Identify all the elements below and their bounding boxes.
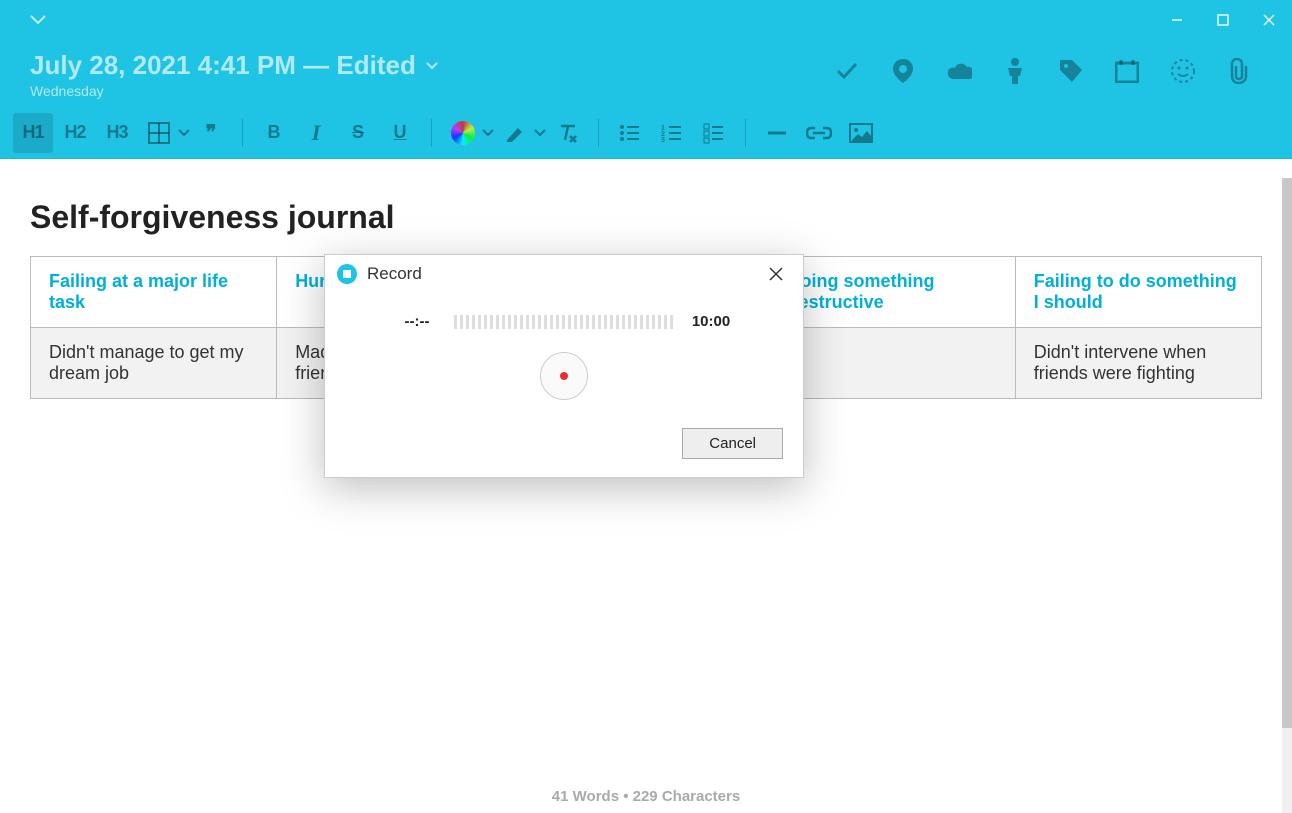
record-timeline: --:-- 10:00 <box>345 313 783 330</box>
calendar-icon[interactable] <box>1114 58 1140 84</box>
dialog-close-button[interactable] <box>761 263 791 285</box>
column-header[interactable]: Failing at a major life task <box>31 257 277 328</box>
dialog-title: Record <box>367 264 751 284</box>
underline-button[interactable]: U <box>380 113 420 153</box>
attachment-icon[interactable] <box>1226 58 1252 84</box>
h3-button[interactable]: H3 <box>97 113 137 153</box>
table-button[interactable] <box>139 113 179 153</box>
minimize-button[interactable] <box>1154 0 1200 40</box>
chevron-down-icon <box>426 62 438 70</box>
bold-button[interactable]: B <box>254 113 294 153</box>
separator <box>745 119 746 147</box>
mood-icon[interactable] <box>1170 58 1196 84</box>
image-button[interactable] <box>841 113 881 153</box>
separator <box>431 119 432 147</box>
italic-button[interactable]: I <box>296 113 336 153</box>
checklist-button[interactable] <box>694 113 734 153</box>
bullet-list-button[interactable] <box>610 113 650 153</box>
elapsed-time: --:-- <box>392 313 442 330</box>
progress-bar[interactable] <box>454 315 674 329</box>
header: July 28, 2021 4:41 PM — Edited Wednesday <box>0 40 1292 107</box>
table-cell[interactable]: Didn't intervene when friends were fight… <box>1015 328 1261 399</box>
hr-button[interactable] <box>757 113 797 153</box>
separator <box>598 119 599 147</box>
highlight-button[interactable] <box>495 113 535 153</box>
record-dialog: Record --:-- 10:00 Cancel <box>324 254 804 478</box>
titlebar <box>0 0 1292 40</box>
scroll-thumb[interactable] <box>1282 178 1292 728</box>
color-dropdown[interactable] <box>482 129 494 137</box>
column-header[interactable]: Doing something destructive <box>769 257 1015 328</box>
entry-title[interactable]: July 28, 2021 4:41 PM — Edited <box>30 50 438 81</box>
svg-text:3: 3 <box>661 137 665 144</box>
person-icon[interactable] <box>1002 58 1028 84</box>
record-button[interactable] <box>540 352 588 400</box>
cancel-button[interactable]: Cancel <box>682 428 783 459</box>
close-button[interactable] <box>1246 0 1292 40</box>
document-heading: Self-forgiveness journal <box>30 199 1262 236</box>
total-time: 10:00 <box>686 313 736 330</box>
highlight-dropdown[interactable] <box>534 129 546 137</box>
location-icon[interactable] <box>890 58 916 84</box>
cloud-icon[interactable] <box>946 58 972 84</box>
record-dot-icon <box>560 372 568 380</box>
color-button[interactable] <box>443 113 483 153</box>
maximize-button[interactable] <box>1200 0 1246 40</box>
strikethrough-button[interactable]: S <box>338 113 378 153</box>
entry-day: Wednesday <box>30 83 438 99</box>
tag-icon[interactable] <box>1058 58 1084 84</box>
header-actions <box>834 50 1262 84</box>
format-toolbar: H1 H2 H3 ❞ B I S U 123 <box>0 107 1292 159</box>
link-button[interactable] <box>799 113 839 153</box>
titlebar-menu[interactable] <box>30 15 46 25</box>
table-dropdown[interactable] <box>178 129 190 137</box>
dialog-header: Record <box>325 255 803 293</box>
title-text: July 28, 2021 4:41 PM — Edited <box>30 50 416 81</box>
separator <box>242 119 243 147</box>
window-controls <box>1154 0 1292 40</box>
word-count: 41 Words • 229 Characters <box>552 788 740 805</box>
app-logo-icon <box>337 264 357 284</box>
numbered-list-button[interactable]: 123 <box>652 113 692 153</box>
quote-button[interactable]: ❞ <box>191 113 231 153</box>
h2-button[interactable]: H2 <box>55 113 95 153</box>
table-cell[interactable] <box>769 328 1015 399</box>
clear-format-button[interactable] <box>547 113 587 153</box>
table-cell[interactable]: Didn't manage to get my dream job <box>31 328 277 399</box>
status-bar: 41 Words • 229 Characters <box>0 780 1292 813</box>
column-header[interactable]: Failing to do something I should <box>1015 257 1261 328</box>
scrollbar[interactable] <box>1282 178 1292 813</box>
h1-button[interactable]: H1 <box>13 113 53 153</box>
checkmark-icon[interactable] <box>834 58 860 84</box>
